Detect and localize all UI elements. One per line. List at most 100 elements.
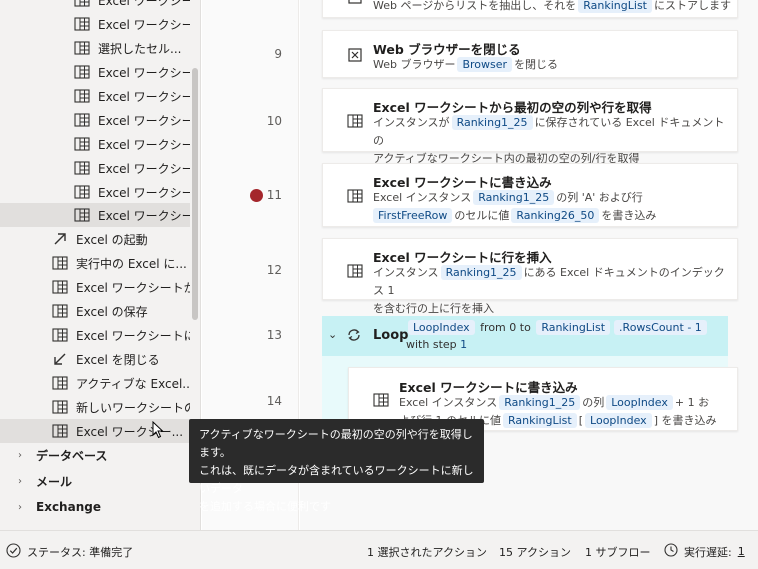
action-description: ] を書き込み xyxy=(653,414,717,427)
sidebar-action-item[interactable]: Excel ワークシー... xyxy=(0,84,190,108)
line-number: 14 xyxy=(266,394,282,408)
action-description: インスタンスが xyxy=(373,116,450,129)
action-description: にストアします xyxy=(654,0,731,12)
sidebar-action-item[interactable]: Excel の保存 xyxy=(0,299,190,323)
variable-token: LoopIndex xyxy=(585,413,652,428)
chevron-right-icon: › xyxy=(18,449,22,461)
sidebar-action-item[interactable]: Excel ワークシー... xyxy=(0,12,190,36)
category-label: データベース xyxy=(36,448,108,463)
excel-icon xyxy=(52,279,68,295)
run-delay-label: 実行遅延: xyxy=(684,545,732,559)
chevron-right-icon: › xyxy=(18,501,22,513)
sidebar-action-label: Excel ワークシー... xyxy=(98,185,190,200)
sidebar-action-item[interactable]: アクティブな Excel... xyxy=(0,371,190,395)
action-card-get-first-free[interactable]: Excel ワークシートから最初の空の列や行を取得 インスタンスが Ranking… xyxy=(322,88,738,165)
close-arrow-icon xyxy=(52,351,68,367)
variable-token: Ranking1_25 xyxy=(473,190,555,205)
sidebar-action-item[interactable]: Excel ワークシー... xyxy=(0,0,190,12)
variable-token: .RowsCount - 1 xyxy=(614,320,707,335)
action-description: [ xyxy=(578,414,584,427)
sidebar-action-item[interactable]: Excel ワークシー... xyxy=(0,156,190,180)
action-description: Excel インスタンス xyxy=(399,396,498,409)
sidebar-action-item[interactable]: Excel ワークシー... xyxy=(0,132,190,156)
loop-icon xyxy=(346,327,362,346)
loop-description: with step xyxy=(406,338,457,351)
line-number: 9 xyxy=(274,47,282,61)
close-browser-icon xyxy=(347,47,363,63)
category-database[interactable]: › データベース xyxy=(18,444,107,466)
power-automate-designer: Excel ワークシー... Excel ワークシー... 選択したセル... Exc… xyxy=(0,0,758,569)
category-label: メール xyxy=(36,474,73,489)
excel-icon xyxy=(347,113,363,129)
mouse-cursor-icon xyxy=(152,420,164,442)
tooltip-text: を追加する場合に便利です xyxy=(199,500,331,513)
action-card-insert-row[interactable]: Excel ワークシートに行を挿入 インスタンス Ranking1_25 にある E… xyxy=(322,238,738,315)
excel-icon xyxy=(52,327,68,343)
sidebar-action-label: Excel ワークシー... xyxy=(76,424,184,439)
sidebar-action-item[interactable]: 選択したセル... xyxy=(0,36,190,60)
excel-icon xyxy=(74,112,90,128)
variable-token: Ranking1_25 xyxy=(440,265,522,280)
variable-token: 1 xyxy=(460,338,468,351)
sidebar-action-item[interactable]: Excel ワークシー... xyxy=(0,203,190,227)
sidebar-action-item[interactable]: Excel ワークシートか... xyxy=(0,275,190,299)
action-description: + 1 お xyxy=(674,396,710,409)
action-description: を含む行の上に行を挿入 xyxy=(373,302,494,315)
action-card-extract-web[interactable]: Web ページからリストを抽出し、それを RankingList にストアします xyxy=(322,0,738,18)
actions-count: 15 アクション xyxy=(499,546,571,559)
action-description: の列 'A' および行 xyxy=(556,191,643,204)
action-card-close-browser[interactable]: Web ブラウザーを閉じる Web ブラウザー Browser を閉じる xyxy=(322,30,738,78)
actions-pane-scrollbar[interactable] xyxy=(192,68,198,320)
line-number: 10 xyxy=(266,114,282,128)
variable-token: Ranking1_25 xyxy=(451,115,533,130)
category-exchange[interactable]: › Exchange xyxy=(18,496,101,518)
excel-icon xyxy=(74,160,90,176)
sidebar-action-item[interactable]: 新しいワークシートの... xyxy=(0,395,190,419)
excel-icon xyxy=(52,375,68,391)
run-delay-value[interactable]: 1 xyxy=(738,545,745,558)
loop-block-header[interactable]: ⌄ Loop LoopIndex from 0 to RankingList .R… xyxy=(322,316,728,356)
sidebar-action-label: Excel ワークシー... xyxy=(98,0,190,8)
tooltip-text: これは、既にデータが含まれているワークシートに新しいデータ xyxy=(199,464,474,495)
sidebar-action-label: Excel ワークシー... xyxy=(98,208,190,223)
sidebar-action-label: Excel ワークシー... xyxy=(98,137,190,152)
loop-title: Loop xyxy=(373,328,409,343)
excel-icon xyxy=(74,40,90,56)
sidebar-action-label: 実行中の Excel に... xyxy=(76,256,187,271)
run-delay: 実行遅延: 1 xyxy=(664,543,745,560)
sidebar-action-label: Excel ワークシートか... xyxy=(76,280,190,295)
action-description: Excel インスタンス xyxy=(373,191,472,204)
sidebar-action-item[interactable]: Excel ワークシートに... xyxy=(0,323,190,347)
sidebar-action-item[interactable]: Excel の起動 xyxy=(0,227,190,251)
selected-actions-count: 1 選択されたアクション xyxy=(367,546,487,559)
sidebar-action-label: Excel ワークシー... xyxy=(98,113,190,128)
excel-icon xyxy=(74,88,90,104)
window-icon xyxy=(347,0,363,5)
line-number: 11 xyxy=(266,188,282,202)
sidebar-action-item[interactable]: Excel ワークシー... xyxy=(0,180,190,204)
variable-token: Browser xyxy=(457,57,513,72)
actions-pane: Excel ワークシー... Excel ワークシー... 選択したセル... Exc… xyxy=(0,0,201,530)
launch-arrow-icon xyxy=(52,231,68,247)
sidebar-action-label: アクティブな Excel... xyxy=(76,376,190,391)
status-bar: ステータス: 準備完了 1 選択されたアクション 15 アクション 1 サブフロ… xyxy=(0,530,758,569)
loop-description: from 0 to xyxy=(480,321,531,334)
excel-icon xyxy=(52,303,68,319)
sidebar-action-item[interactable]: 実行中の Excel に... xyxy=(0,251,190,275)
excel-icon xyxy=(74,184,90,200)
sidebar-action-label: Excel ワークシー... xyxy=(98,89,190,104)
sidebar-action-label: Excel ワークシー... xyxy=(98,161,190,176)
action-card-write-worksheet[interactable]: Excel ワークシートに書き込み Excel インスタンス Ranking1_2… xyxy=(322,163,738,227)
sidebar-action-item[interactable]: Excel ワークシー... xyxy=(0,108,190,132)
action-description: の列 xyxy=(582,396,605,409)
sidebar-action-item[interactable]: Excel を閉じる xyxy=(0,347,190,371)
line-number: 13 xyxy=(266,328,282,342)
variable-token: FirstFreeRow xyxy=(373,208,453,223)
variable-token: LoopIndex xyxy=(606,395,673,410)
category-mail[interactable]: › メール xyxy=(18,470,72,492)
excel-icon xyxy=(52,399,68,415)
sidebar-action-item[interactable]: Excel ワークシー... xyxy=(0,60,190,84)
check-circle-icon xyxy=(6,543,21,561)
chevron-down-icon[interactable]: ⌄ xyxy=(328,328,337,341)
sidebar-action-label: 新しいワークシートの... xyxy=(76,400,190,415)
